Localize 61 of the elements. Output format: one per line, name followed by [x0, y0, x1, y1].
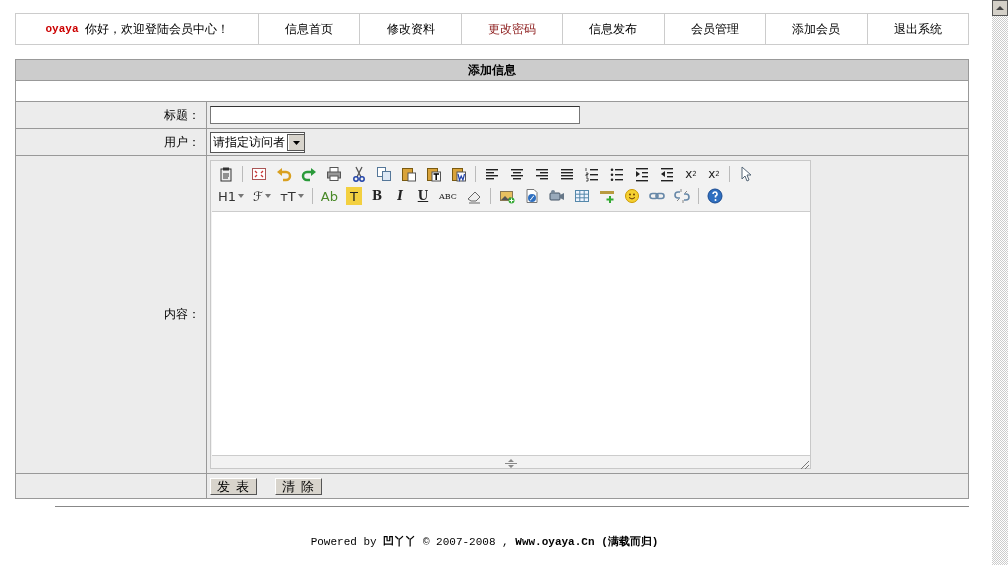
- nav-link[interactable]: 退出系统: [866, 14, 968, 44]
- paste-icon[interactable]: [401, 166, 417, 182]
- form-button[interactable]: 发 表: [210, 477, 258, 495]
- clipboard-icon[interactable]: [218, 166, 234, 182]
- form-button[interactable]: 清 除: [275, 477, 323, 495]
- pointer-icon[interactable]: [738, 166, 754, 182]
- resize-grip-icon[interactable]: [800, 460, 809, 469]
- align-center-icon[interactable]: [509, 166, 525, 182]
- nav-link[interactable]: 添加会员: [765, 14, 867, 44]
- fullscreen-icon[interactable]: [251, 166, 267, 182]
- flash-icon[interactable]: [523, 188, 540, 204]
- justify-icon[interactable]: [559, 166, 575, 182]
- nav-link[interactable]: 信息发布: [562, 14, 664, 44]
- printer-icon[interactable]: [326, 166, 342, 182]
- field-label: 内容：: [164, 306, 200, 323]
- numbered-list-icon[interactable]: [584, 166, 600, 182]
- user-select[interactable]: 请指定访问者: [210, 131, 305, 153]
- caret-icon[interactable]: [288, 134, 304, 150]
- help-icon[interactable]: [706, 188, 723, 204]
- nav-link[interactable]: 会员管理: [663, 14, 766, 44]
- scrollbar-drawing[interactable]: [992, 0, 1008, 565]
- field-label: 标题：: [164, 106, 200, 124]
- format-button[interactable]: Ab: [319, 187, 339, 205]
- format-dropdown[interactable]: H1: [217, 187, 246, 205]
- caret-icon: [297, 194, 304, 198]
- copy-icon[interactable]: [376, 166, 392, 182]
- nav-link[interactable]: 更改密码: [460, 14, 563, 44]
- format-button[interactable]: T: [345, 187, 362, 205]
- camera-icon[interactable]: [548, 188, 565, 204]
- user-name: oyaya: [45, 23, 79, 35]
- indent-icon[interactable]: [634, 166, 650, 182]
- caret-icon: [265, 194, 272, 198]
- broken-link-icon[interactable]: [673, 188, 690, 204]
- image-icon[interactable]: [498, 188, 515, 204]
- nav-link[interactable]: 修改资料: [359, 14, 461, 44]
- redo-icon[interactable]: [301, 166, 317, 182]
- outdent-icon[interactable]: [659, 166, 675, 182]
- paste-word-icon[interactable]: [451, 166, 467, 182]
- nav-link[interactable]: 信息首页: [258, 14, 360, 44]
- caret-icon: [238, 194, 245, 198]
- scissors-icon[interactable]: [351, 166, 367, 182]
- format-button[interactable]: x$^{2}$: [706, 165, 722, 183]
- format-dropdown[interactable]: тT: [279, 187, 305, 205]
- align-left-icon[interactable]: [484, 166, 500, 182]
- paste-text-icon[interactable]: [426, 166, 442, 182]
- align-right-icon[interactable]: [534, 166, 550, 182]
- greeting-text: 你好，欢迎登陆会员中心！: [84, 20, 229, 38]
- smiley-icon[interactable]: [623, 188, 640, 204]
- format-button[interactable]: I: [391, 187, 408, 205]
- horizontal-rule-icon[interactable]: [598, 188, 615, 204]
- title-input[interactable]: [210, 106, 580, 124]
- format-button[interactable]: B: [368, 187, 385, 205]
- table-icon[interactable]: [573, 188, 590, 204]
- field-label: 用户：: [164, 133, 200, 151]
- footer-text: Powered by 凹丫丫 © 2007-2008 , Www.oyaya.Cn (满载而归): [309, 534, 660, 549]
- format-dropdown[interactable]: ℱ: [252, 187, 273, 205]
- bullet-list-icon[interactable]: [609, 166, 625, 182]
- resize-icon[interactable]: [504, 458, 517, 468]
- format-button[interactable]: U: [414, 187, 431, 205]
- form-title: 添加信息: [468, 61, 516, 79]
- format-button[interactable]: ABC: [437, 187, 458, 205]
